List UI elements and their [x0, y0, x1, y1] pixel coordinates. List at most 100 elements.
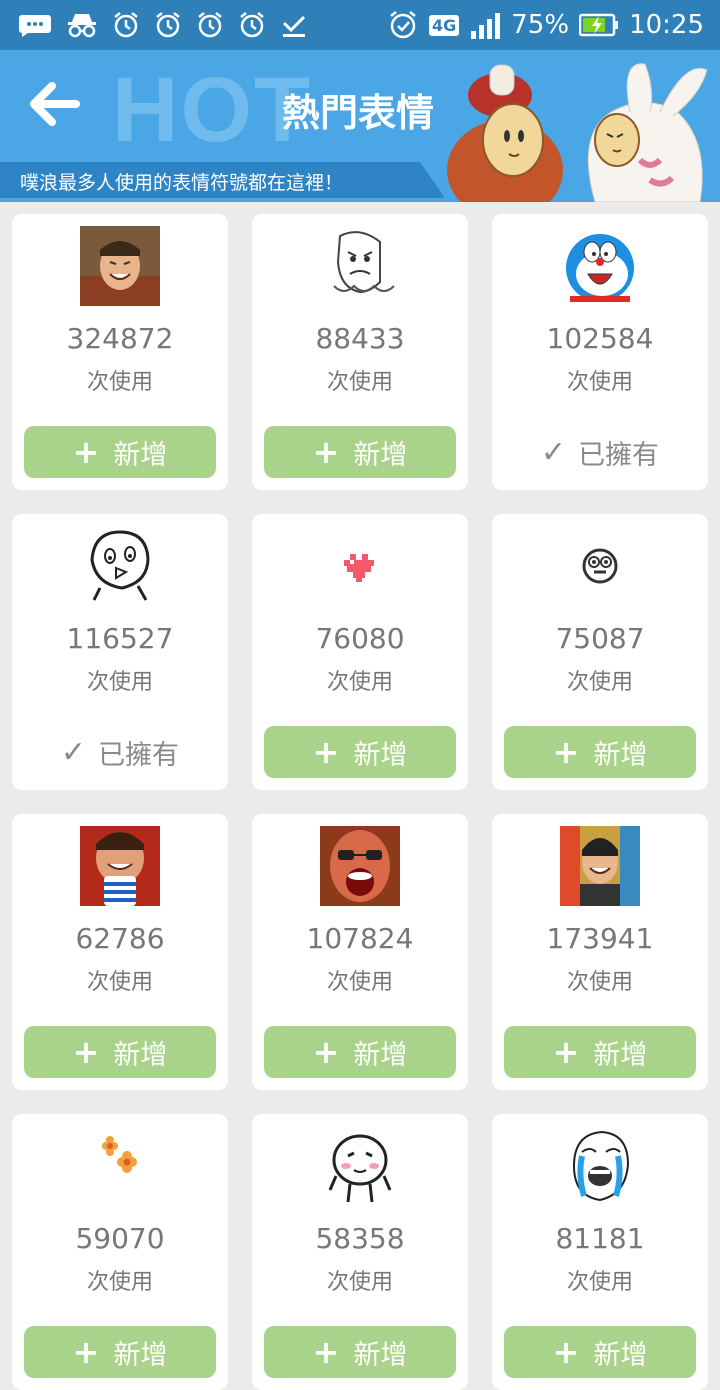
emoticon-card: 75087 次使用 + 新增 — [492, 514, 708, 790]
usage-count: 173941 — [546, 922, 654, 955]
plus-icon: + — [552, 1033, 580, 1071]
status-bar: 4G 75% 10:25 — [0, 0, 720, 50]
add-emoticon-button[interactable]: + 新增 — [504, 1326, 696, 1378]
add-emoticon-button[interactable]: + 新增 — [264, 1326, 456, 1378]
usage-label: 次使用 — [86, 1270, 153, 1295]
add-emoticon-button[interactable]: + 新增 — [264, 1026, 456, 1078]
usage-label: 次使用 — [326, 1270, 393, 1295]
add-emoticon-button[interactable]: + 新增 — [504, 1026, 696, 1078]
flowers-icon — [80, 1126, 160, 1206]
add-emoticon-button[interactable]: + 新增 — [24, 1026, 216, 1078]
usage-count: 116527 — [66, 622, 174, 655]
incognito-icon — [66, 12, 98, 38]
emoticon-card: 324872 次使用 + 新增 — [12, 214, 228, 490]
page-title: 熱門表情 — [282, 91, 435, 135]
add-label: 新增 — [113, 1039, 168, 1071]
add-label: 新增 — [353, 439, 408, 471]
add-label: 新增 — [113, 1339, 168, 1371]
usage-count: 107824 — [306, 922, 414, 955]
add-label: 新增 — [113, 439, 168, 471]
add-label: 新增 — [353, 739, 408, 771]
usage-count: 76080 — [315, 622, 405, 655]
add-emoticon-button[interactable]: + 新增 — [24, 1326, 216, 1378]
rage-face-sketch-icon — [320, 226, 400, 306]
usage-count: 81181 — [555, 1222, 645, 1255]
usage-label: 次使用 — [326, 970, 393, 995]
laughing-man-photo-icon — [80, 226, 160, 306]
plus-icon: + — [72, 1333, 100, 1371]
alarm-icon — [154, 11, 182, 39]
usage-label: 次使用 — [86, 970, 153, 995]
doodle-bird-face-icon — [80, 526, 160, 606]
emoticon-card: 102584 次使用 ✓ 已擁有 — [492, 214, 708, 490]
emoticon-card: 59070 次使用 + 新增 — [12, 1114, 228, 1390]
check-icon: ✓ — [540, 434, 567, 470]
download-done-icon — [280, 11, 308, 39]
usage-label: 次使用 — [326, 670, 393, 695]
mascot-illustration — [445, 50, 720, 202]
emoticon-card: 76080 次使用 + 新增 — [252, 514, 468, 790]
blushing-doodle-icon — [320, 1126, 400, 1206]
alarm-icon — [112, 11, 140, 39]
alarm-icon — [238, 11, 266, 39]
usage-label: 次使用 — [86, 670, 153, 695]
usage-label: 次使用 — [566, 370, 633, 395]
owned-label: 已擁有 — [578, 439, 660, 471]
crying-rage-face-icon — [560, 1126, 640, 1206]
battery-charging-icon — [579, 13, 619, 37]
usage-count: 62786 — [75, 922, 165, 955]
emoticon-grid: 324872 次使用 + 新增 88433 次使用 + 新增 102584 次使用 ✓ 已擁有 1165… — [12, 214, 708, 1390]
owned-status: ✓ 已擁有 — [24, 726, 216, 778]
owned-label: 已擁有 — [98, 739, 180, 771]
plus-icon: + — [312, 733, 340, 771]
alarm-icon — [196, 11, 224, 39]
plus-icon: + — [312, 433, 340, 471]
add-emoticon-button[interactable]: + 新增 — [264, 426, 456, 478]
usage-count: 58358 — [315, 1222, 405, 1255]
back-arrow-icon — [30, 82, 80, 126]
add-emoticon-button[interactable]: + 新增 — [504, 726, 696, 778]
usage-count: 59070 — [75, 1222, 165, 1255]
doraemon-shocked-icon — [560, 226, 640, 306]
laughing-crowd-photo-icon — [560, 826, 640, 906]
add-emoticon-button[interactable]: + 新增 — [264, 726, 456, 778]
add-label: 新增 — [593, 1039, 648, 1071]
plus-icon: + — [312, 1333, 340, 1371]
emoticon-card: 81181 次使用 + 新增 — [492, 1114, 708, 1390]
man-holding-cup-photo-icon — [80, 826, 160, 906]
owned-status: ✓ 已擁有 — [504, 426, 696, 478]
emoticon-card: 173941 次使用 + 新增 — [492, 814, 708, 1090]
message-icon — [18, 13, 52, 37]
plus-icon: + — [552, 733, 580, 771]
usage-label: 次使用 — [86, 370, 153, 395]
check-icon: ✓ — [60, 734, 87, 770]
usage-label: 次使用 — [566, 670, 633, 695]
add-emoticon-button[interactable]: + 新增 — [24, 426, 216, 478]
add-label: 新增 — [593, 1339, 648, 1371]
emoticon-card: 107824 次使用 + 新增 — [252, 814, 468, 1090]
emoticon-card: 116527 次使用 ✓ 已擁有 — [12, 514, 228, 790]
plus-icon: + — [552, 1333, 580, 1371]
usage-label: 次使用 — [326, 370, 393, 395]
usage-count: 324872 — [66, 322, 174, 355]
plus-icon: + — [72, 1033, 100, 1071]
plus-icon: + — [312, 1033, 340, 1071]
pixel-heart-icon — [320, 526, 400, 606]
add-label: 新增 — [353, 1339, 408, 1371]
usage-label: 次使用 — [566, 970, 633, 995]
signal-icon — [469, 11, 501, 39]
usage-count: 88433 — [315, 322, 405, 355]
back-button[interactable] — [26, 80, 86, 132]
add-label: 新增 — [353, 1039, 408, 1071]
clock: 10:25 — [629, 10, 704, 40]
screaming-man-photo-icon — [320, 826, 400, 906]
battery-percent: 75% — [511, 10, 570, 40]
emoticon-card: 58358 次使用 + 新增 — [252, 1114, 468, 1390]
plus-icon: + — [72, 433, 100, 471]
small-surprised-face-icon — [560, 526, 640, 606]
emoticon-card: 62786 次使用 + 新增 — [12, 814, 228, 1090]
usage-label: 次使用 — [566, 1270, 633, 1295]
usage-count: 75087 — [555, 622, 645, 655]
header-banner: HOT 熱門表情 噗浪最多人使用的表情符號都在這裡！ — [0, 50, 720, 202]
alarm-set-icon — [387, 9, 419, 41]
